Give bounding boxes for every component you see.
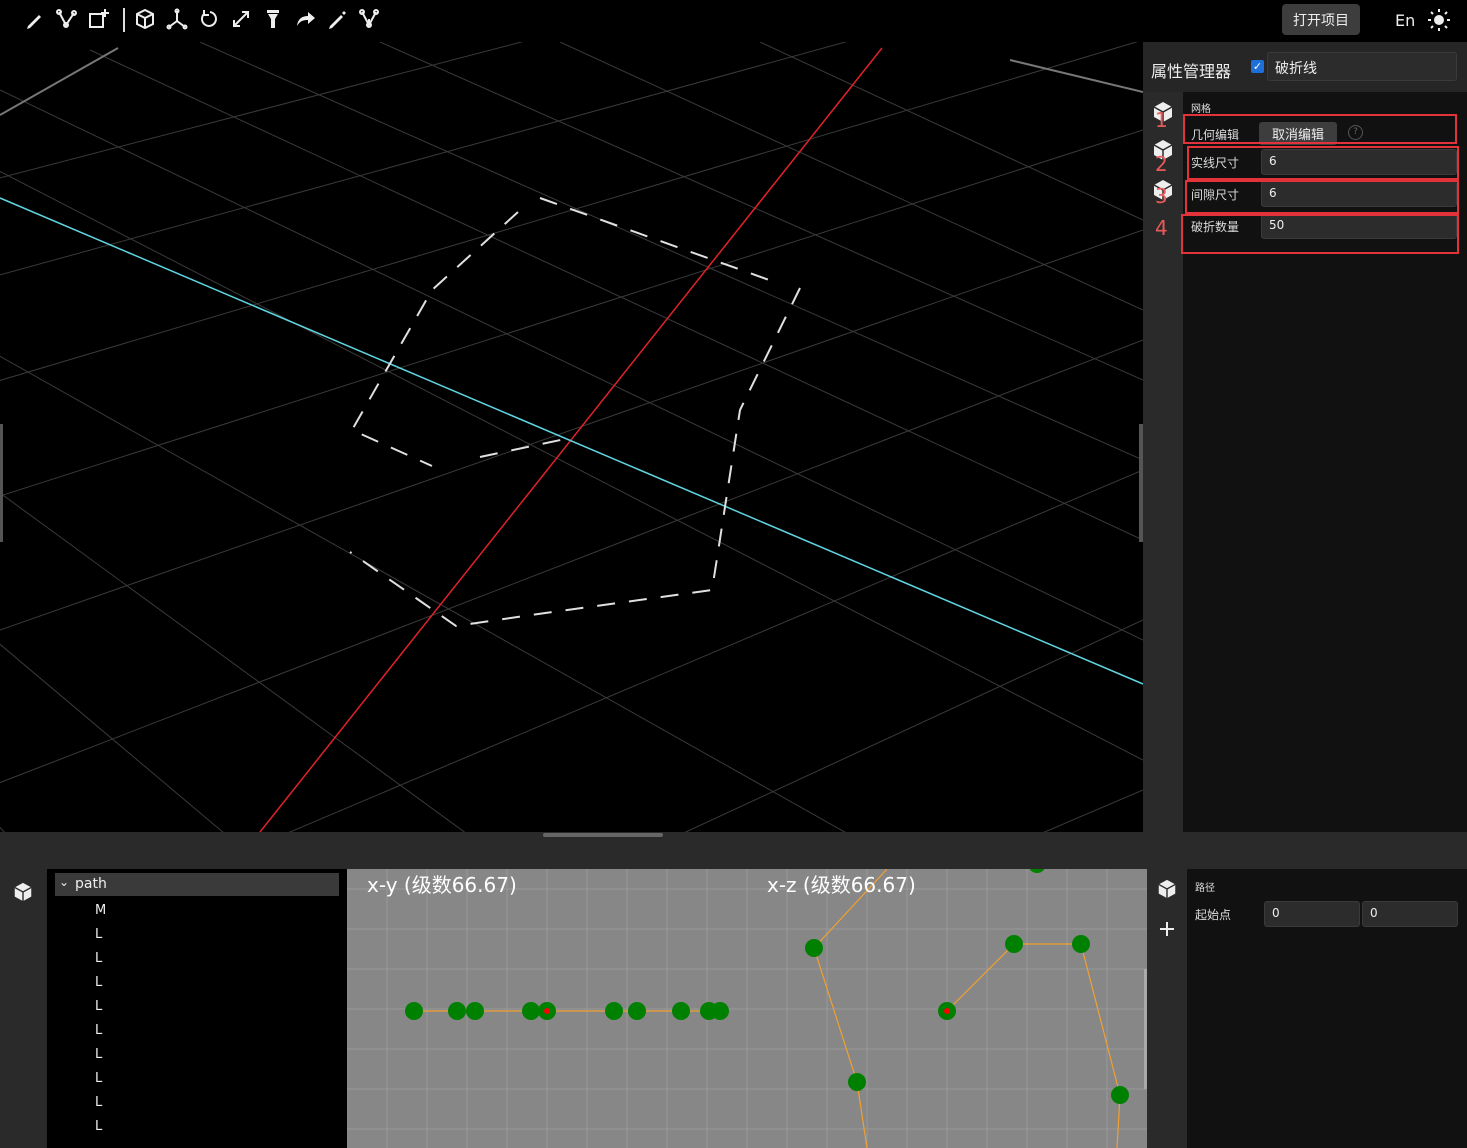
polyline-icon[interactable] [56,8,78,30]
scene-canvas [0,42,1143,832]
toolbar-separator [123,8,125,32]
flashlight-icon[interactable] [262,8,284,30]
tree-item-l[interactable]: L [95,1119,102,1134]
bottom-right-sidebar [1147,869,1187,1148]
ground-grid [0,42,1143,832]
cube-icon[interactable] [134,8,156,30]
path-tree: ⌄ path M L L L L L L L L L [47,869,347,1148]
tree-item-l[interactable]: L [95,927,102,942]
xz-active-point [944,1008,950,1014]
property-sidebar: 1 2 3 4 [1143,92,1183,832]
xy-plot-title: x-y (级数66.67) [367,873,517,897]
plot-canvas [347,869,1147,1148]
chevron-down-icon[interactable]: ⌄ [59,875,69,889]
tree-item-l[interactable]: L [95,975,102,990]
xz-point [1029,869,1045,873]
pencil-icon[interactable] [24,8,46,30]
highlight-box-3 [1185,180,1459,214]
panel-divider [0,832,1467,869]
add-shape-icon[interactable] [88,8,110,30]
tree-item-l[interactable]: L [95,1023,102,1038]
branch-icon[interactable] [358,8,380,30]
redo-icon[interactable] [294,8,316,30]
bottom-left-sidebar [0,869,47,1148]
dashed-polyline [349,197,801,628]
xy-point [448,1002,466,1020]
start-y-input[interactable]: 0 [1362,901,1458,927]
xy-point [405,1002,423,1020]
xy-path [405,1002,729,1020]
xy-point [605,1002,623,1020]
annotation-4: 4 [1155,216,1168,240]
property-header: 属性管理器 ✓ 破折线 [1143,42,1467,92]
annotation-1: 1 [1155,108,1168,132]
3d-viewport[interactable] [0,42,1143,832]
divider-resize-handle[interactable] [543,833,663,837]
tree-root[interactable]: ⌄ path [55,873,339,896]
tree-item-l[interactable]: L [95,1047,102,1062]
xy-point [711,1002,729,1020]
left-resize-handle[interactable] [0,424,3,542]
xz-plot-title: x-z (级数66.67) [767,873,916,897]
tree-item-l[interactable]: L [95,1071,102,1086]
highlight-box-2 [1187,146,1459,180]
toolbar: 打开项目 En [0,0,1467,42]
xy-active-point [544,1008,550,1014]
start-x-input[interactable]: 0 [1264,901,1360,927]
highlight-box-4 [1181,214,1459,254]
scale-icon[interactable] [230,8,252,30]
tree-item-l[interactable]: L [95,999,102,1014]
tree-item-l[interactable]: L [95,951,102,966]
path-group-label: 路径 [1195,883,1215,894]
path-properties: 路径 起始点 0 0 [1187,869,1467,1148]
annotation-3: 3 [1155,184,1168,208]
sun-icon[interactable] [1427,8,1451,32]
xz-point [1111,1086,1129,1104]
xy-point [672,1002,690,1020]
tree-item-m[interactable]: M [95,903,106,918]
mesh-group-label: 网格 [1191,104,1211,115]
path-props-cube-icon[interactable] [1156,878,1178,900]
path-plot-area[interactable]: x-y (级数66.67) x-z (级数66.67) [347,869,1147,1148]
language-toggle[interactable]: En [1395,11,1415,30]
plus-icon[interactable] [1157,919,1177,939]
xz-point [848,1073,866,1091]
tree-item-l[interactable]: L [95,1095,102,1110]
xy-point [466,1002,484,1020]
axes-icon[interactable] [166,8,188,30]
start-point-label: 起始点 [1195,908,1232,922]
xy-point [522,1002,540,1020]
object-name-input[interactable]: 破折线 [1267,52,1457,81]
tree-root-label: path [75,876,107,892]
edit-icon[interactable] [326,8,348,30]
property-manager: 属性管理器 ✓ 破折线 1 2 3 4 网格 几何编辑 取消编辑 ? 实线尺寸 … [1143,42,1467,832]
xy-point [628,1002,646,1020]
property-manager-title: 属性管理器 [1151,62,1232,81]
annotation-2: 2 [1155,152,1168,176]
highlight-box-1 [1183,114,1457,144]
xz-point [1005,935,1023,953]
rotate-icon[interactable] [198,8,220,30]
enabled-checkbox[interactable]: ✓ [1251,60,1264,73]
xz-point [1072,935,1090,953]
path-cube-icon[interactable] [12,881,34,903]
open-project-button[interactable]: 打开项目 [1282,4,1360,35]
xz-point [805,939,823,957]
